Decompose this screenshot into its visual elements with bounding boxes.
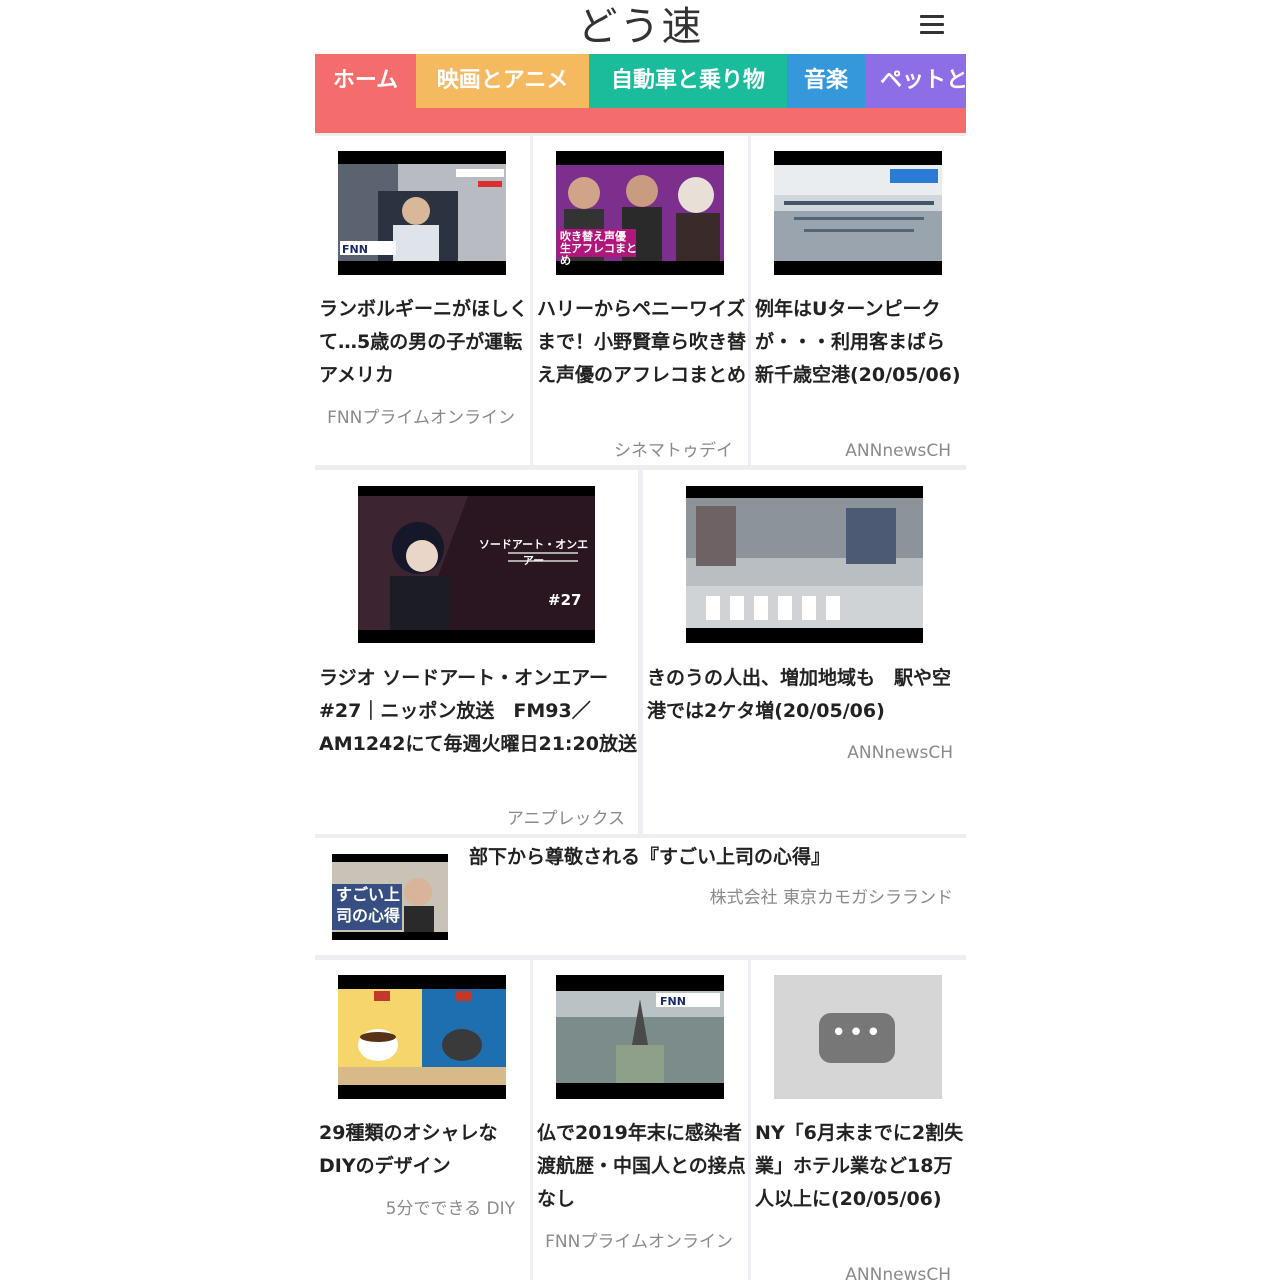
article-thumbnail[interactable] bbox=[338, 975, 506, 1099]
article-source: ANNnewsCH bbox=[845, 441, 951, 461]
article-thumbnail[interactable] bbox=[686, 486, 923, 643]
tab-home[interactable]: ホーム bbox=[315, 54, 416, 108]
article-title[interactable]: 例年はUターンピークが・・・利用客まばら 新千歳空港(20/05/06) bbox=[755, 293, 965, 425]
article-title[interactable]: ラジオ ソードアート・オンエアー#27｜ニッポン放送 FM93／AM1242にて… bbox=[319, 662, 637, 794]
category-tabs: ホーム 映画とアニメ 自動車と乗り物 音楽 ペットと bbox=[315, 54, 966, 108]
article-source: 株式会社 東京カモガシラランド bbox=[709, 888, 953, 908]
hamburger-menu-icon[interactable] bbox=[920, 13, 944, 37]
more-dots-icon: ••• bbox=[819, 1013, 895, 1063]
article-thumbnail[interactable]: FNN bbox=[556, 975, 724, 1099]
article-thumbnail[interactable]: すごい上司の心得 bbox=[332, 854, 448, 940]
article-card[interactable]: 例年はUターンピークが・・・利用客まばら 新千歳空港(20/05/06) ANN… bbox=[751, 136, 966, 465]
article-card[interactable]: 29種類のオシャレなDIYのデザイン 5分でできる DIY bbox=[315, 960, 530, 1280]
article-title[interactable]: ハリーからペニーワイズまで！小野賢章ら吹き替え声優のアフレコまとめ bbox=[537, 293, 747, 425]
tab-cars-vehicles[interactable]: 自動車と乗り物 bbox=[589, 54, 787, 108]
article-title[interactable]: NY「6月末までに2割失業」ホテル業など18万人以上に(20/05/06) bbox=[755, 1117, 965, 1249]
thumbnail-badge: #27 bbox=[548, 591, 582, 609]
svg-text:FNN: FNN bbox=[660, 995, 686, 1008]
article-card[interactable]: すごい上司の心得 部下から尊敬される『すごい上司の心得』 株式会社 東京カモガシ… bbox=[315, 838, 966, 955]
app-screen: どう速 ホーム 映画とアニメ 自動車と乗り物 音楽 ペットと FNN ランボルギ… bbox=[315, 0, 966, 1280]
article-title[interactable]: 29種類のオシャレなDIYのデザイン bbox=[319, 1117, 529, 1183]
active-category-bar bbox=[315, 108, 966, 133]
site-logo[interactable]: どう速 bbox=[315, 2, 966, 52]
article-title[interactable]: 部下から尊敬される『すごい上司の心得』 bbox=[469, 841, 959, 874]
article-source: ANNnewsCH bbox=[847, 743, 953, 763]
article-title[interactable]: 仏で2019年末に感染者 渡航歴・中国人との接点なし bbox=[537, 1117, 748, 1216]
article-source: ANNnewsCH bbox=[845, 1265, 951, 1280]
article-card[interactable]: ••• NY「6月末までに2割失業」ホテル業など18万人以上に(20/05/06… bbox=[751, 960, 966, 1280]
article-card[interactable]: 吹き替え声優 生アフレコまとめ ハリーからペニーワイズまで！小野賢章ら吹き替え声… bbox=[533, 136, 748, 465]
article-title[interactable]: きのうの人出、増加地域も 駅や空港では2ケタ増(20/05/06) bbox=[647, 662, 965, 728]
article-card[interactable]: きのうの人出、増加地域も 駅や空港では2ケタ増(20/05/06) ANNnew… bbox=[643, 470, 966, 834]
thumbnail-caption: ソードアート・オンエアー bbox=[478, 538, 589, 567]
article-card[interactable]: ソードアート・オンエアー #27 ラジオ ソードアート・オンエアー#27｜ニッポ… bbox=[315, 470, 638, 834]
tab-movies-anime[interactable]: 映画とアニメ bbox=[416, 54, 589, 108]
article-title[interactable]: ランボルギーニがほしくて…5歳の男の子が運転 アメリカ bbox=[319, 293, 530, 393]
thumbnail-caption: すごい上司の心得 bbox=[336, 885, 401, 925]
article-source: アニプレックス bbox=[506, 809, 625, 829]
tab-music[interactable]: 音楽 bbox=[787, 54, 865, 108]
article-thumbnail[interactable]: ••• bbox=[774, 975, 942, 1099]
article-thumbnail[interactable]: FNN bbox=[338, 151, 506, 275]
article-thumbnail[interactable] bbox=[774, 151, 942, 275]
article-source: FNNプライムオンライン bbox=[545, 1232, 733, 1252]
thumbnail-caption: 吹き替え声優 生アフレコまとめ bbox=[560, 230, 637, 267]
article-thumbnail[interactable]: ソードアート・オンエアー #27 bbox=[358, 486, 595, 643]
tab-pets[interactable]: ペットと bbox=[865, 54, 966, 108]
svg-text:FNN: FNN bbox=[342, 243, 368, 256]
article-card[interactable]: FNN ランボルギーニがほしくて…5歳の男の子が運転 アメリカ FNNプライムオ… bbox=[315, 136, 530, 465]
app-header: どう速 bbox=[315, 0, 966, 54]
article-source: FNNプライムオンライン bbox=[327, 408, 515, 428]
article-source: シネマトゥデイ bbox=[614, 441, 733, 461]
article-thumbnail[interactable]: 吹き替え声優 生アフレコまとめ bbox=[556, 151, 724, 275]
article-card[interactable]: FNN 仏で2019年末に感染者 渡航歴・中国人との接点なし FNNプライムオン… bbox=[533, 960, 748, 1280]
article-source: 5分でできる DIY bbox=[385, 1199, 515, 1219]
